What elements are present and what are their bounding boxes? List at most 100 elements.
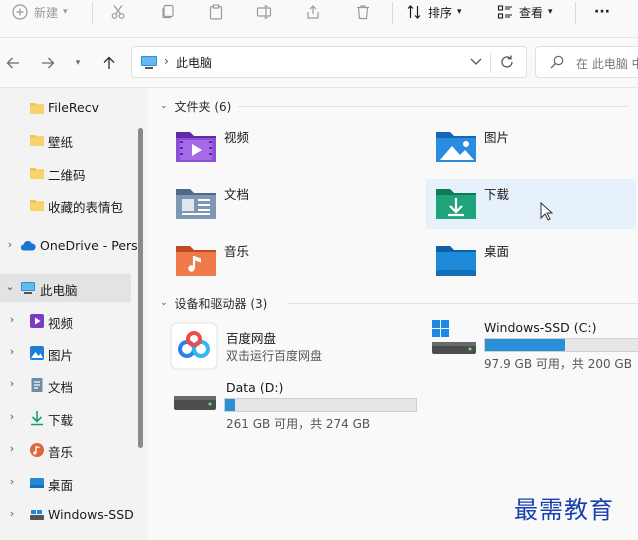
recent-locations-button[interactable]: ▾ bbox=[67, 52, 89, 74]
sidebar-item-videos[interactable]: › 视频 bbox=[0, 307, 131, 335]
folder-icon bbox=[30, 103, 44, 114]
scissors-icon bbox=[111, 5, 125, 19]
documents-folder-icon bbox=[176, 189, 216, 219]
folder-label: 桌面 bbox=[484, 244, 510, 259]
sidebar-item-label: 视频 bbox=[48, 316, 74, 331]
sidebar-item-qrcode[interactable]: 二维码 bbox=[0, 159, 131, 187]
sidebar-item-label: 二维码 bbox=[48, 168, 86, 183]
chevron-right-icon[interactable]: › bbox=[6, 313, 18, 326]
divider bbox=[575, 2, 576, 24]
sidebar-item-label: FileRecv bbox=[48, 100, 100, 115]
rename-button[interactable] bbox=[256, 0, 272, 24]
chevron-right-icon[interactable]: › bbox=[6, 442, 18, 455]
sidebar-item-this-pc[interactable]: ⌄ 此电脑 bbox=[0, 274, 131, 302]
chevron-right-icon[interactable]: › bbox=[6, 507, 18, 520]
device-label: 百度网盘 bbox=[226, 331, 277, 346]
share-button[interactable] bbox=[305, 0, 321, 24]
desktop-icon bbox=[30, 478, 44, 488]
paste-button[interactable] bbox=[208, 0, 224, 24]
folder-icon bbox=[30, 200, 44, 211]
music-folder-icon bbox=[176, 246, 216, 276]
breadcrumb-this-pc[interactable]: 此电脑 bbox=[176, 54, 212, 71]
refresh-icon[interactable] bbox=[498, 53, 516, 71]
device-description: 双击运行百度网盘 bbox=[226, 349, 323, 363]
device-baidu-netdisk[interactable]: 百度网盘 双击运行百度网盘 bbox=[170, 322, 370, 374]
view-button[interactable]: 查看 ▾ bbox=[497, 0, 553, 24]
new-button[interactable]: 新建 ▾ bbox=[12, 0, 68, 24]
sidebar-item-downloads[interactable]: › 下载 bbox=[0, 404, 131, 432]
folders-section-header[interactable]: ⌄ 文件夹 (6) bbox=[160, 96, 628, 116]
folder-icon bbox=[30, 168, 44, 179]
folder-tile-documents[interactable]: 文档 bbox=[166, 179, 376, 229]
downloads-folder-icon bbox=[436, 189, 476, 219]
folder-tile-pictures[interactable]: 图片 bbox=[426, 122, 636, 172]
address-bar[interactable]: › 此电脑 bbox=[131, 46, 527, 78]
chevron-right-icon[interactable]: › bbox=[6, 377, 18, 390]
chevron-right-icon[interactable]: › bbox=[6, 475, 18, 488]
sidebar-item-music[interactable]: › 音乐 bbox=[0, 436, 131, 464]
sidebar-item-label: 图片 bbox=[48, 348, 74, 363]
windows-drive-icon bbox=[432, 320, 476, 354]
pc-icon bbox=[21, 282, 35, 294]
copy-icon bbox=[162, 4, 174, 19]
arrow-right-icon bbox=[42, 57, 55, 69]
copy-button[interactable] bbox=[160, 0, 176, 24]
sidebar-item-onedrive[interactable]: › OneDrive - Pers bbox=[0, 232, 138, 260]
picture-icon bbox=[30, 346, 44, 360]
devices-section-header[interactable]: ⌄ 设备和驱动器 (3) bbox=[160, 293, 638, 313]
trash-icon bbox=[357, 5, 369, 20]
folder-label: 音乐 bbox=[224, 244, 250, 259]
cut-button[interactable] bbox=[110, 0, 126, 24]
pictures-folder-icon bbox=[436, 132, 476, 162]
divider bbox=[92, 2, 93, 24]
view-label: 查看 bbox=[519, 5, 544, 20]
music-icon bbox=[30, 443, 44, 457]
sidebar-item-windows-ssd[interactable]: › Windows-SSD bbox=[0, 501, 134, 529]
sidebar-item-label: Windows-SSD bbox=[48, 507, 134, 522]
folder-tile-music[interactable]: 音乐 bbox=[166, 236, 376, 286]
sidebar-item-label: 收藏的表情包 bbox=[48, 200, 124, 215]
storage-usage-bar bbox=[224, 398, 417, 412]
back-button[interactable] bbox=[2, 52, 24, 74]
device-data-d[interactable]: Data (D:) 261 GB 可用，共 274 GB bbox=[172, 378, 422, 434]
folder-label: 图片 bbox=[484, 130, 510, 145]
command-bar: 新建 ▾ 排序 ▾ 查看 ▾ ··· bbox=[0, 0, 638, 38]
sidebar-item-desktop[interactable]: › 桌面 bbox=[0, 469, 131, 497]
share-icon bbox=[307, 5, 319, 19]
folder-tile-videos[interactable]: 视频 bbox=[166, 122, 376, 172]
search-box[interactable]: 在 此电脑 中 bbox=[535, 46, 638, 78]
delete-button[interactable] bbox=[355, 0, 371, 24]
document-icon bbox=[31, 378, 43, 392]
chevron-down-icon[interactable]: ⌄ bbox=[4, 280, 16, 293]
storage-usage-bar bbox=[484, 338, 638, 352]
sidebar-item-documents[interactable]: › 文档 bbox=[0, 371, 131, 399]
folder-tile-desktop[interactable]: 桌面 bbox=[426, 236, 636, 286]
sort-button[interactable]: 排序 ▾ bbox=[406, 0, 462, 24]
sidebar-item-wallpaper[interactable]: 壁纸 bbox=[0, 126, 131, 154]
more-options-button[interactable]: ··· bbox=[594, 0, 610, 24]
plus-circle-icon bbox=[12, 4, 28, 20]
arrow-left-icon bbox=[6, 57, 19, 69]
divider bbox=[238, 106, 628, 107]
chevron-down-icon[interactable] bbox=[469, 54, 483, 68]
pc-icon bbox=[141, 56, 157, 69]
sidebar-scrollbar[interactable] bbox=[138, 128, 143, 448]
baidu-netdisk-icon bbox=[170, 322, 218, 370]
sidebar-item-pictures[interactable]: › 图片 bbox=[0, 339, 131, 367]
sidebar-item-stickers[interactable]: 收藏的表情包 bbox=[0, 191, 131, 219]
folder-tile-downloads[interactable]: 下载 bbox=[426, 179, 636, 229]
chevron-right-icon[interactable]: › bbox=[6, 345, 18, 358]
up-button[interactable] bbox=[98, 52, 120, 74]
chevron-down-icon: ▾ bbox=[63, 7, 68, 17]
chevron-right-icon[interactable]: › bbox=[4, 238, 16, 251]
sort-label: 排序 bbox=[428, 5, 453, 20]
view-list-icon bbox=[497, 5, 512, 19]
sidebar-item-label: 壁纸 bbox=[48, 135, 74, 150]
clipboard-icon bbox=[209, 4, 223, 20]
chevron-right-icon[interactable]: › bbox=[6, 410, 18, 423]
chevron-down-icon: ▾ bbox=[548, 7, 553, 17]
device-windows-ssd-c[interactable]: Windows-SSD (C:) 97.9 GB 可用，共 200 GB bbox=[430, 318, 638, 374]
forward-button[interactable] bbox=[37, 52, 59, 74]
device-space: 97.9 GB 可用，共 200 GB bbox=[484, 357, 632, 371]
sidebar-item-filerecv[interactable]: FileRecv bbox=[0, 94, 131, 122]
